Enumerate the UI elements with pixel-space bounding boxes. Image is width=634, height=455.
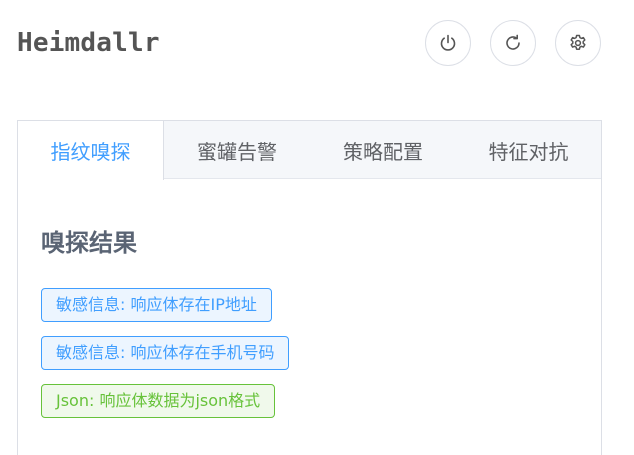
power-icon [438, 33, 458, 53]
tab-bar: 指纹嗅探 蜜罐告警 策略配置 特征对抗 [18, 121, 601, 180]
results-card: 指纹嗅探 蜜罐告警 策略配置 特征对抗 嗅探结果 敏感信息: 响应体存在IP地址… [17, 120, 602, 455]
gear-icon [568, 33, 588, 53]
tab-honeypot-alert[interactable]: 蜜罐告警 [164, 121, 310, 179]
refresh-button[interactable] [490, 20, 536, 66]
result-tag-phone: 敏感信息: 响应体存在手机号码 [41, 336, 290, 370]
result-tag-ip: 敏感信息: 响应体存在IP地址 [41, 288, 272, 322]
refresh-icon [503, 33, 523, 53]
tab-feature-countermeasure[interactable]: 特征对抗 [456, 121, 601, 179]
popup-window: Heimdallr 指纹嗅探 蜜罐告警 策略配置 特征对抗 嗅探结果 敏感信息:… [0, 0, 634, 455]
section-title: 嗅探结果 [41, 229, 137, 257]
settings-button[interactable] [555, 20, 601, 66]
result-tag-json: Json: 响应体数据为json格式 [41, 384, 276, 418]
app-title: Heimdallr [17, 28, 160, 58]
tab-policy-config[interactable]: 策略配置 [310, 121, 456, 179]
tab-fingerprint-sniff[interactable]: 指纹嗅探 [18, 121, 164, 180]
power-button[interactable] [425, 20, 471, 66]
